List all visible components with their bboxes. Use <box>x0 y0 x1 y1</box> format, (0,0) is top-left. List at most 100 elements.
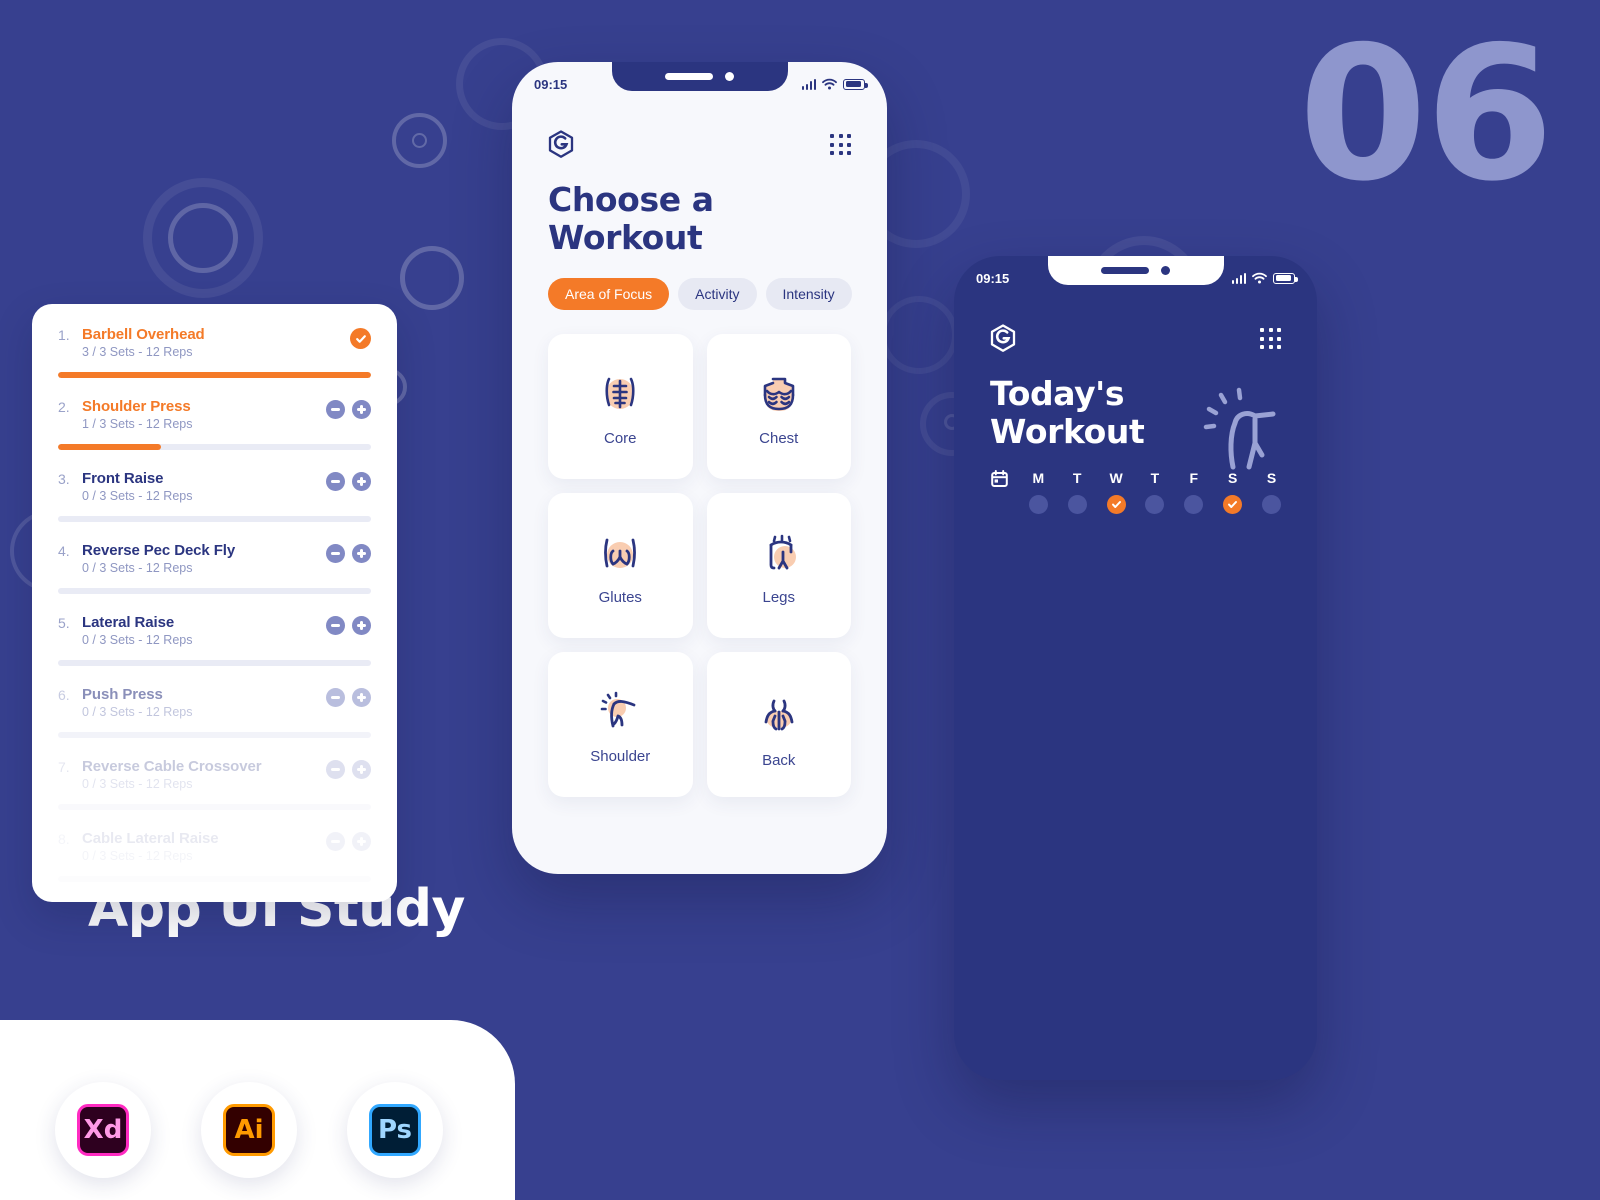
signal-bars-icon <box>801 78 816 90</box>
exercise-index: 8. <box>58 831 70 847</box>
grid-menu-icon[interactable] <box>830 134 851 155</box>
header-area: Today's Workout <box>954 353 1317 470</box>
exercise-progress-bar <box>58 444 371 450</box>
exercise-row[interactable]: 2. Shoulder Press 1 / 3 Sets - 12 Reps <box>58 398 371 450</box>
focus-card-label: Chest <box>759 429 799 447</box>
exercise-name: Barbell Overhead <box>82 326 205 343</box>
exercise-controls <box>326 470 371 491</box>
day-letter: F <box>1189 470 1199 487</box>
focus-card-back[interactable]: Back <box>706 651 851 797</box>
grid-menu-icon[interactable] <box>1260 328 1281 349</box>
week-day-wed[interactable]: W <box>1097 470 1136 515</box>
ps-badge[interactable]: Ps <box>347 1082 443 1178</box>
front-camera <box>1161 266 1170 275</box>
tab-area-of-focus[interactable]: Area of Focus <box>548 277 670 310</box>
exercise-name: Reverse Cable Crossover <box>82 758 262 775</box>
calendar-button[interactable] <box>980 469 1019 515</box>
decrement-set-button[interactable] <box>326 544 345 563</box>
check-icon <box>1228 501 1238 509</box>
day-letter: M <box>1032 470 1045 487</box>
increment-set-button[interactable] <box>352 616 371 635</box>
day-status-dot <box>1028 495 1048 515</box>
focus-card-glutes[interactable]: Glutes <box>548 492 693 638</box>
week-day-mon[interactable]: M <box>1019 470 1058 515</box>
day-status-dot <box>1184 495 1204 515</box>
exercise-row[interactable]: 3. Front Raise 0 / 3 Sets - 12 Reps <box>58 470 371 522</box>
week-day-thu[interactable]: T <box>1136 470 1175 515</box>
focus-card-core[interactable]: Core <box>548 333 693 479</box>
xd-icon: Xd <box>77 1104 129 1156</box>
glutes-icon <box>604 538 637 568</box>
focus-card-label: Shoulder <box>590 747 651 765</box>
hex-g-logo-icon[interactable] <box>548 130 574 159</box>
exercise-complete-check[interactable] <box>350 328 371 349</box>
day-letter: T <box>1072 470 1082 487</box>
day-status-dot <box>1145 495 1165 515</box>
exercise-controls <box>326 686 371 707</box>
decrement-set-button[interactable] <box>326 832 345 851</box>
exercise-index: 6. <box>58 687 70 703</box>
ps-label: Ps <box>377 1115 413 1145</box>
increment-set-button[interactable] <box>352 832 371 851</box>
exercise-row[interactable]: 8. Cable Lateral Raise 0 / 3 Sets - 12 Rep… <box>58 830 371 882</box>
chest-torso-icon <box>763 377 795 411</box>
exercise-progress-bar <box>58 876 371 882</box>
focus-card-legs[interactable]: Legs <box>706 492 851 638</box>
poster-canvas: 06 Workout Planner App UI Study Xd Ai <box>0 0 1600 1200</box>
signal-bars-icon <box>1231 272 1246 284</box>
core-abs-icon <box>605 377 635 409</box>
status-bar: 09:15 <box>512 62 887 106</box>
increment-set-button[interactable] <box>352 472 371 491</box>
exercise-progress-bar <box>58 660 371 666</box>
hex-g-logo-icon[interactable] <box>990 324 1016 353</box>
decrement-set-button[interactable] <box>326 760 345 779</box>
status-icons <box>801 78 868 90</box>
focus-card-label: Back <box>762 751 796 769</box>
xd-badge[interactable]: Xd <box>55 1082 151 1178</box>
increment-set-button[interactable] <box>352 688 371 707</box>
week-day-tue[interactable]: T <box>1058 470 1097 515</box>
exercise-row[interactable]: 4. Reverse Pec Deck Fly 0 / 3 Sets - 12 Re… <box>58 542 371 594</box>
slide-number: 06 <box>1298 6 1554 222</box>
increment-set-button[interactable] <box>352 760 371 779</box>
exercise-progress-bar <box>58 372 371 378</box>
increment-set-button[interactable] <box>352 400 371 419</box>
ai-badge[interactable]: Ai <box>201 1082 297 1178</box>
focus-card-label: Legs <box>762 588 796 606</box>
front-camera <box>725 72 734 81</box>
day-status-dot <box>1262 495 1282 515</box>
exercise-list-card: 1. Barbell Overhead 3 / 3 Sets - 12 Reps 2.… <box>32 304 397 902</box>
tab-activity[interactable]: Activity <box>678 277 757 310</box>
decrement-set-button[interactable] <box>326 688 345 707</box>
notch <box>1047 256 1224 285</box>
exercise-index: 4. <box>58 543 70 559</box>
exercise-sets-reps: 0 / 3 Sets - 12 Reps <box>82 561 193 575</box>
exercise-row[interactable]: 7. Reverse Cable Crossover 0 / 3 Sets - 12… <box>58 758 371 810</box>
exercise-row[interactable]: 1. Barbell Overhead 3 / 3 Sets - 12 Reps <box>58 326 371 378</box>
day-status-dot-done <box>1106 495 1126 515</box>
decrement-set-button[interactable] <box>326 616 345 635</box>
exercise-progress-bar <box>58 804 371 810</box>
exercise-name: Cable Lateral Raise <box>82 830 219 847</box>
tab-intensity[interactable]: Intensity <box>765 277 852 310</box>
focus-card-shoulder[interactable]: Shoulder <box>548 651 693 797</box>
decrement-set-button[interactable] <box>326 472 345 491</box>
page-title: Choose a Workout <box>548 180 714 258</box>
exercise-sets-reps: 1 / 3 Sets - 12 Reps <box>82 417 193 431</box>
focus-card-chest[interactable]: Chest <box>706 333 851 479</box>
battery-icon <box>1273 272 1298 284</box>
legs-icon <box>769 534 796 569</box>
exercise-row[interactable]: 5. Lateral Raise 0 / 3 Sets - 12 Reps <box>58 614 371 666</box>
focus-cards-grid: Core Chest Glutes Legs Shoulder Back <box>512 310 887 797</box>
exercise-row[interactable]: 6. Push Press 0 / 3 Sets - 12 Reps <box>58 686 371 738</box>
ai-icon: Ai <box>223 1104 275 1156</box>
exercise-progress-bar <box>58 516 371 522</box>
exercise-sets-reps: 0 / 3 Sets - 12 Reps <box>82 489 193 503</box>
exercise-controls <box>326 614 371 635</box>
exercise-name: Shoulder Press <box>82 398 191 415</box>
exercise-index: 1. <box>58 327 70 343</box>
exercise-sets-reps: 0 / 3 Sets - 12 Reps <box>82 849 193 863</box>
increment-set-button[interactable] <box>352 544 371 563</box>
speaker-grille <box>1101 267 1149 274</box>
decrement-set-button[interactable] <box>326 400 345 419</box>
